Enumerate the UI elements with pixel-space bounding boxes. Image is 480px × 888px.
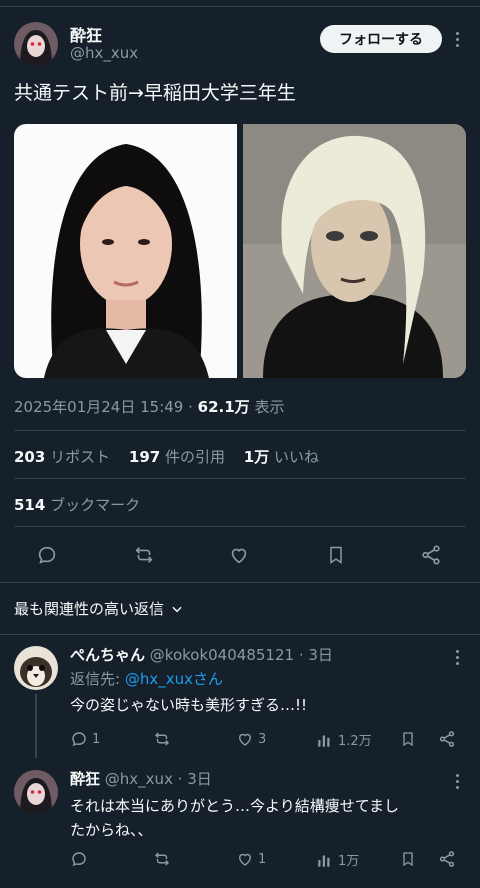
divider [14, 430, 466, 431]
thread-line [35, 694, 37, 758]
divider [0, 634, 480, 635]
views-icon [318, 735, 330, 747]
retweet-icon [154, 852, 170, 866]
reply-icon [72, 852, 86, 867]
like-icon[interactable] [228, 544, 250, 566]
reply-avatar[interactable] [14, 770, 58, 814]
media-image-right[interactable] [243, 124, 466, 378]
engagement-stats: 203 リポスト 197 件の引用 1万 いいね [14, 446, 319, 467]
reply-to-suffix: さん [192, 670, 223, 688]
tweet-text: 共通テスト前→早稲田大学三年生 [14, 82, 296, 104]
reply-more-icon[interactable] [456, 774, 459, 789]
media-image-left[interactable] [14, 124, 237, 378]
quotes-label: 件の引用 [164, 448, 225, 466]
like-icon [239, 853, 251, 866]
reply-author-name[interactable]: ぺんちゃん [70, 646, 145, 664]
retweet-action[interactable] [152, 850, 176, 868]
avatar-image [14, 22, 58, 66]
reply-text-line: それは本当にありがとう…今より結構痩せてまし [70, 797, 399, 815]
reply-action[interactable] [70, 850, 92, 868]
bookmark-icon[interactable] [400, 850, 416, 868]
follow-button[interactable]: フォローする [320, 25, 442, 53]
reply-icon [72, 732, 86, 747]
reply-author-handle[interactable]: @hx_xux [105, 770, 173, 788]
reply-to-line: 返信先: @hx_xuxさん [70, 668, 223, 689]
quotes-stat[interactable]: 197 件の引用 [129, 448, 225, 466]
reposts-label: リポスト [50, 448, 111, 466]
reposts-count: 203 [14, 448, 46, 466]
replies-sort-label: 最も関連性の高い返信 [14, 600, 165, 618]
avatar-image [14, 770, 58, 814]
views-action[interactable]: 1.2万 [316, 730, 372, 749]
likes-count: 1万 [243, 448, 270, 466]
like-icon [239, 733, 251, 746]
like-count: 3 [258, 731, 267, 747]
author-name[interactable]: 酔狂 [70, 22, 102, 46]
bookmark-icon[interactable] [400, 730, 416, 748]
reposts-stat[interactable]: 203 リポスト [14, 448, 110, 466]
share-icon[interactable] [438, 850, 456, 868]
like-action[interactable]: 3 [236, 730, 266, 748]
portrait-photo-right [243, 124, 466, 378]
reply-text: それは本当にありがとう…今より結構痩せてまし たからね、、 [70, 794, 399, 842]
reply-to-prefix: 返信先: [70, 670, 125, 688]
views-count: 1.2万 [338, 734, 372, 749]
timestamp[interactable]: 2025年01月24日 15:49 [14, 398, 183, 416]
retweet-icon[interactable] [132, 544, 156, 566]
divider [14, 478, 466, 479]
reply-count: 1 [92, 731, 101, 747]
bookmarks-label: ブックマーク [50, 496, 141, 514]
bookmarks-stat[interactable]: 514 ブックマーク [14, 494, 140, 515]
likes-label: いいね [274, 448, 320, 466]
reply-text-line: たからね、、 [70, 821, 153, 839]
reply-time[interactable]: 3日 [308, 646, 333, 664]
share-icon[interactable] [438, 730, 456, 748]
reply-author-name[interactable]: 酔狂 [70, 770, 100, 788]
retweet-icon [154, 732, 170, 746]
reply-action[interactable]: 1 [70, 730, 100, 748]
author-avatar[interactable] [14, 22, 58, 66]
likes-stat[interactable]: 1万 いいね [244, 448, 319, 466]
chevron-down-icon [172, 606, 182, 612]
views-label: 表示 [254, 398, 285, 416]
portrait-photo-left [14, 124, 237, 378]
reply-author-handle[interactable]: @kokok040485121 [150, 646, 294, 664]
top-divider [0, 6, 480, 7]
bookmarks-count: 514 [14, 496, 46, 514]
quotes-count: 197 [128, 448, 161, 466]
like-action[interactable]: 1 [236, 850, 266, 868]
like-count: 1 [258, 851, 267, 867]
divider [14, 526, 466, 527]
more-options-icon[interactable] [456, 32, 459, 47]
reply-more-icon[interactable] [456, 650, 459, 665]
reply-header: 酔狂 @hx_xux · 3日 [70, 770, 212, 788]
reply-avatar[interactable] [14, 646, 58, 690]
reply-to-handle[interactable]: @hx_xux [125, 670, 193, 688]
views-icon [318, 855, 330, 867]
reply-header: ぺんちゃん @kokok040485121 · 3日 [70, 646, 333, 664]
reply-text: 今の姿じゃない時も美形すぎる…!! [70, 696, 308, 714]
reply-time[interactable]: 3日 [187, 770, 212, 788]
views-count: 62.1万 [197, 398, 250, 416]
views-action[interactable]: 1万 [316, 850, 359, 869]
retweet-action[interactable] [152, 730, 176, 748]
bookmark-icon[interactable] [326, 544, 346, 566]
divider [0, 582, 480, 583]
views-count: 1万 [338, 854, 360, 869]
penguin-avatar-image [14, 646, 58, 690]
tweet-meta: 2025年01月24日 15:49 · 62.1万 表示 [14, 398, 285, 416]
replies-sort-dropdown[interactable]: 最も関連性の高い返信 [14, 598, 184, 619]
share-icon[interactable] [420, 544, 442, 566]
reply-icon[interactable] [36, 544, 58, 566]
author-handle[interactable]: @hx_xux [70, 44, 138, 62]
